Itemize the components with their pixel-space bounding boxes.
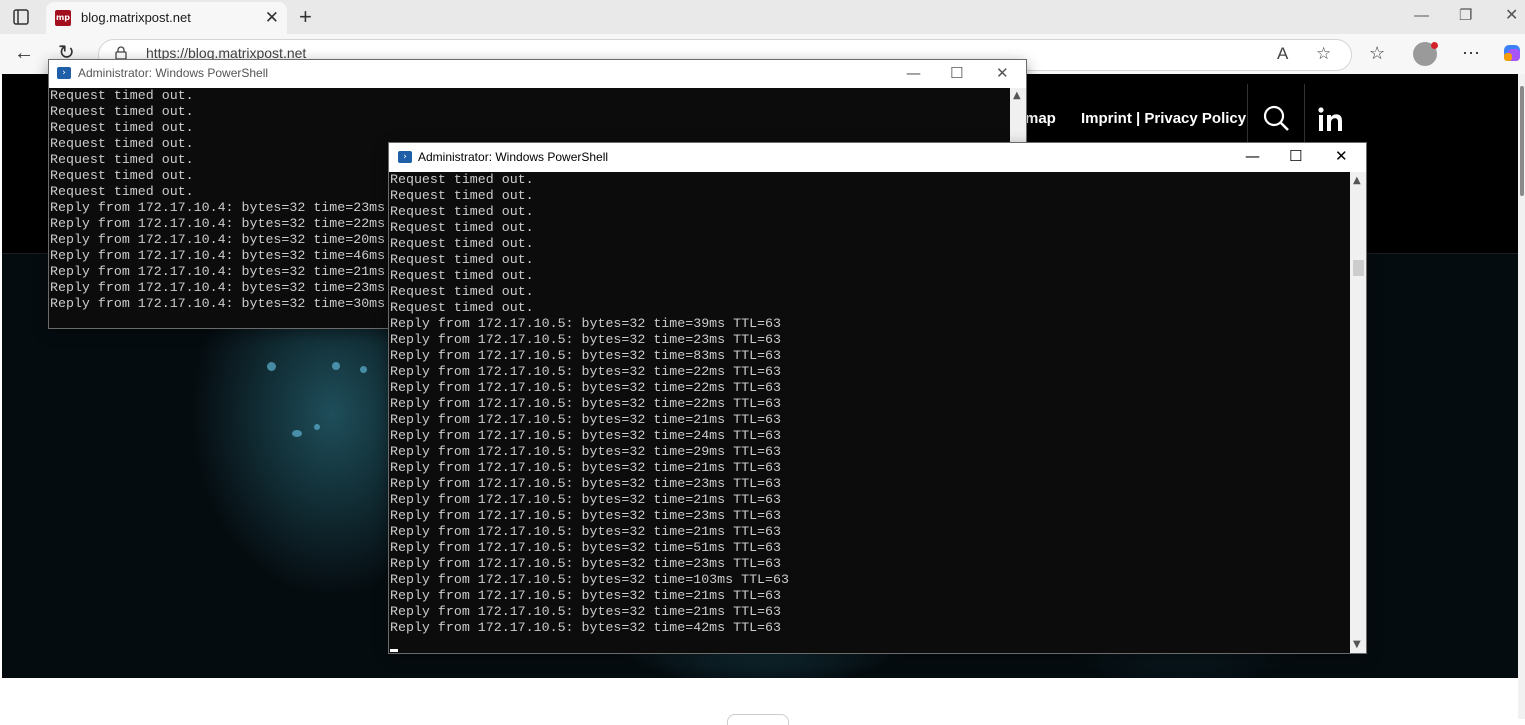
- console-line: Request timed out.: [390, 300, 534, 315]
- page-scrollbar-thumb[interactable]: [1520, 86, 1524, 196]
- console-line: Reply from 172.17.10.5: bytes=32 time=21…: [390, 524, 781, 539]
- scroll-up-icon[interactable]: ▲: [1013, 90, 1021, 101]
- search-icon[interactable]: [1262, 104, 1290, 132]
- console-line: Reply from 172.17.10.5: bytes=32 time=21…: [390, 492, 781, 507]
- maximize-icon[interactable]: ☐: [1289, 147, 1302, 165]
- console-line: Request timed out.: [390, 236, 534, 251]
- star-icon[interactable]: ☆: [1316, 44, 1331, 64]
- close-window-icon[interactable]: ✕: [1505, 6, 1518, 26]
- console-line: Reply from 172.17.10.5: bytes=32 time=22…: [390, 364, 781, 379]
- console-text: Request timed out. Request timed out. Re…: [50, 88, 385, 312]
- console-line: Request timed out.: [50, 168, 194, 183]
- text-cursor: [390, 649, 398, 652]
- console-line: Request timed out.: [50, 104, 194, 119]
- console-text: Request timed out. Request timed out. Re…: [390, 172, 789, 636]
- console-line: Reply from 172.17.10.5: bytes=32 time=21…: [390, 460, 781, 475]
- bokeh-light: [360, 366, 367, 373]
- notification-dot: [1431, 42, 1438, 49]
- window-titlebar[interactable]: › Administrator: Windows PowerShell — ☐ …: [49, 60, 1026, 88]
- console-line: Request timed out.: [390, 284, 534, 299]
- console-line: Reply from 172.17.10.5: bytes=32 time=23…: [390, 476, 781, 491]
- bokeh-light: [267, 362, 276, 371]
- console-line: Reply from 172.17.10.5: bytes=32 time=22…: [390, 396, 781, 411]
- console-line: Reply from 172.17.10.5: bytes=32 time=23…: [390, 556, 781, 571]
- console-line: Reply from 172.17.10.5: bytes=32 time=83…: [390, 348, 781, 363]
- restore-icon[interactable]: ❐: [1459, 6, 1472, 26]
- console-line: Request timed out.: [50, 152, 194, 167]
- bokeh-light: [332, 362, 340, 370]
- minimize-icon[interactable]: —: [1245, 147, 1260, 165]
- console-line: Request timed out.: [50, 120, 194, 135]
- lock-icon[interactable]: [115, 46, 127, 60]
- console-line: Reply from 172.17.10.4: bytes=32 time=20…: [50, 232, 386, 247]
- url-text[interactable]: https://blog.matrixpost.net: [146, 45, 306, 61]
- console-scrollbar[interactable]: ▲ ▼: [1350, 172, 1366, 653]
- bokeh-light: [292, 430, 302, 437]
- window-title: Administrator: Windows PowerShell: [78, 66, 269, 80]
- console-line: Reply from 172.17.10.5: bytes=32 time=23…: [390, 332, 781, 347]
- minimize-icon[interactable]: —: [906, 64, 921, 82]
- console-line: Reply from 172.17.10.4: bytes=32 time=23…: [50, 280, 386, 295]
- console-line: Reply from 172.17.10.5: bytes=32 time=10…: [390, 572, 789, 587]
- copilot-icon[interactable]: [1502, 43, 1522, 63]
- powershell-icon: ›: [57, 67, 71, 79]
- console-line: Reply from 172.17.10.4: bytes=32 time=46…: [50, 248, 386, 263]
- console-line: Reply from 172.17.10.5: bytes=32 time=23…: [390, 508, 781, 523]
- maximize-icon[interactable]: ☐: [950, 64, 963, 82]
- close-icon[interactable]: ✕: [1335, 147, 1348, 165]
- console-line: Reply from 172.17.10.5: bytes=32 time=29…: [390, 444, 781, 459]
- console-line: Request timed out.: [50, 88, 194, 103]
- console-line: Reply from 172.17.10.5: bytes=32 time=39…: [390, 316, 781, 331]
- console-line: Reply from 172.17.10.4: bytes=32 time=22…: [50, 216, 386, 231]
- tab-title: blog.matrixpost.net: [81, 10, 191, 25]
- console-line: Request timed out.: [390, 188, 534, 203]
- plus-icon[interactable]: +: [299, 4, 312, 30]
- browser-tab-bar: mp blog.matrixpost.net ✕ + — ❐ ✕: [0, 0, 1525, 34]
- console-line: Reply from 172.17.10.5: bytes=32 time=24…: [390, 428, 781, 443]
- console-line: Request timed out.: [390, 268, 534, 283]
- page-bottom-tab[interactable]: [727, 714, 789, 725]
- console-line: Reply from 172.17.10.4: bytes=32 time=23…: [50, 200, 386, 215]
- back-arrow-icon[interactable]: ←: [14, 40, 34, 66]
- linkedin-icon[interactable]: [1317, 106, 1347, 132]
- console-line: Request timed out.: [390, 252, 534, 267]
- bokeh-light: [314, 424, 320, 430]
- powershell-window-front[interactable]: › Administrator: Windows PowerShell — ☐ …: [389, 143, 1366, 653]
- console-line: Reply from 172.17.10.5: bytes=32 time=21…: [390, 604, 781, 619]
- console-line: Reply from 172.17.10.5: bytes=32 time=42…: [390, 620, 781, 635]
- nav-item-imprint[interactable]: Imprint | Privacy Policy: [1081, 110, 1246, 127]
- favorites-icon[interactable]: ☆: [1369, 42, 1385, 64]
- console-line: Request timed out.: [50, 184, 194, 199]
- window-title: Administrator: Windows PowerShell: [418, 150, 609, 164]
- console-line: Request timed out.: [390, 220, 534, 235]
- close-icon[interactable]: ✕: [265, 8, 279, 28]
- console-line: Reply from 172.17.10.5: bytes=32 time=21…: [390, 412, 781, 427]
- tab-actions-icon[interactable]: [8, 7, 34, 29]
- console-line: Reply from 172.17.10.5: bytes=32 time=21…: [390, 588, 781, 603]
- console-line: Request timed out.: [390, 172, 534, 187]
- console-output[interactable]: Request timed out. Request timed out. Re…: [389, 172, 1366, 653]
- window-titlebar[interactable]: › Administrator: Windows PowerShell — ☐ …: [389, 143, 1366, 172]
- site-favicon: mp: [55, 10, 71, 26]
- close-icon[interactable]: ✕: [996, 64, 1009, 82]
- console-line: Reply from 172.17.10.5: bytes=32 time=22…: [390, 380, 781, 395]
- minimize-icon[interactable]: —: [1414, 6, 1429, 26]
- console-line: Reply from 172.17.10.5: bytes=32 time=51…: [390, 540, 781, 555]
- console-line: Request timed out.: [390, 204, 534, 219]
- scroll-down-icon[interactable]: ▼: [1353, 639, 1361, 650]
- powershell-icon: ›: [398, 151, 412, 163]
- console-line: Request timed out.: [50, 136, 194, 151]
- browser-tab-active[interactable]: mp blog.matrixpost.net ✕: [46, 2, 287, 34]
- more-icon[interactable]: ⋯: [1462, 42, 1480, 64]
- console-line: Reply from 172.17.10.4: bytes=32 time=30…: [50, 296, 386, 311]
- nav-item-sitemap[interactable]: map: [1025, 110, 1056, 127]
- scroll-up-icon[interactable]: ▲: [1353, 175, 1361, 186]
- scrollbar-thumb[interactable]: [1353, 260, 1364, 276]
- console-line: Reply from 172.17.10.4: bytes=32 time=21…: [50, 264, 386, 279]
- read-aloud-icon[interactable]: A: [1277, 44, 1288, 64]
